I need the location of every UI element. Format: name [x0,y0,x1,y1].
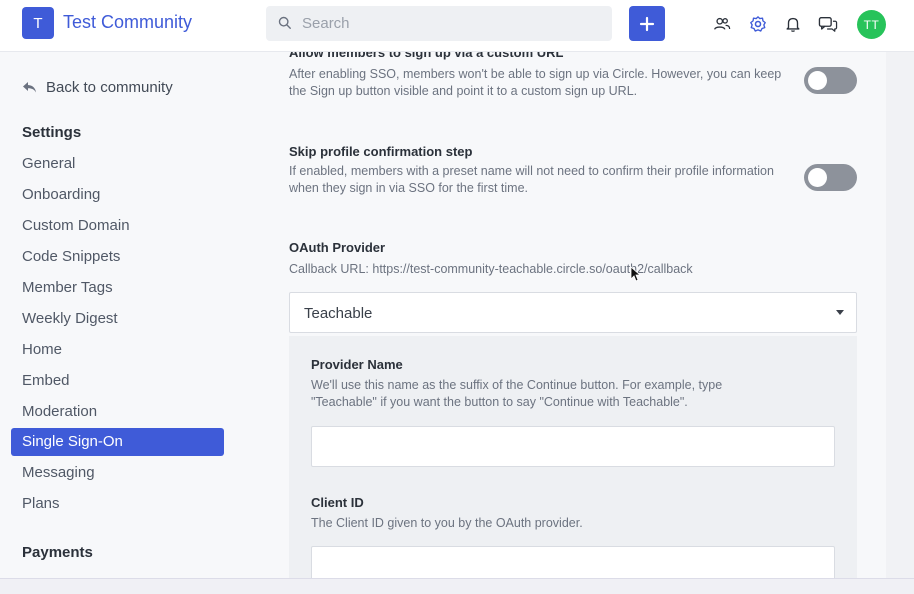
sidebar-item-custom-domain[interactable]: Custom Domain [11,212,224,240]
vertical-scrollbar[interactable] [886,52,914,578]
sidebar-item-plans[interactable]: Plans [11,490,224,518]
top-header: T Test Community Search TT [0,0,914,52]
toggle-knob [808,168,827,187]
provider-config-panel: Provider Name We'll use this name as the… [289,336,857,578]
sidebar-item-code-snippets[interactable]: Code Snippets [11,243,224,271]
sidebar-item-embed[interactable]: Embed [11,367,224,395]
chevron-down-icon [836,310,844,315]
settings-heading: Settings [22,124,82,141]
payments-heading: Payments [22,544,93,561]
settings-gear-icon[interactable] [748,14,768,34]
user-avatar[interactable]: TT [857,10,886,39]
oauth-provider-selected-value: Teachable [304,305,373,322]
add-button[interactable] [629,6,665,41]
search-icon [278,16,291,29]
search-input[interactable] [302,6,602,41]
provider-name-title: Provider Name [311,357,403,372]
community-name[interactable]: Test Community [63,12,192,33]
signup-url-title: Allow members to sign up via a custom UR… [289,52,564,60]
signup-url-toggle[interactable] [804,67,857,94]
back-label: Back to community [46,79,173,96]
sidebar-item-member-tags[interactable]: Member Tags [11,274,224,302]
community-logo[interactable]: T [22,7,54,39]
signup-url-description: After enabling SSO, members won't be abl… [289,67,782,98]
oauth-provider-select[interactable]: Teachable [289,292,857,333]
mouse-pointer-icon [630,266,640,282]
bell-icon[interactable] [783,14,803,34]
settings-sidebar: Back to community Settings General Onboa… [0,52,260,578]
sso-settings-content: Allow members to sign up via a custom UR… [260,52,886,578]
skip-profile-title: Skip profile confirmation step [289,144,473,159]
sidebar-item-single-sign-on[interactable]: Single Sign-On [11,428,224,456]
bottom-edge [0,578,914,594]
client-id-title: Client ID [311,495,364,510]
provider-name-input[interactable] [311,426,835,467]
back-arrow-icon [23,82,36,93]
sidebar-item-home[interactable]: Home [11,336,224,364]
sidebar-item-general[interactable]: General [11,150,224,178]
sidebar-item-onboarding[interactable]: Onboarding [11,181,224,209]
back-to-community-link[interactable]: Back to community [22,79,173,96]
client-id-description: The Client ID given to you by the OAuth … [311,516,583,530]
oauth-provider-title: OAuth Provider [289,240,386,255]
members-icon[interactable] [712,14,732,34]
skip-profile-description: If enabled, members with a preset name w… [289,164,774,195]
sidebar-item-moderation[interactable]: Moderation [11,398,224,426]
chat-icon[interactable] [818,14,838,34]
sidebar-item-messaging[interactable]: Messaging [11,459,224,487]
oauth-callback-url: Callback URL: https://test-community-tea… [289,262,693,276]
provider-name-description: We'll use this name as the suffix of the… [311,378,723,409]
toggle-knob [808,71,827,90]
search-box[interactable] [266,6,612,41]
client-id-input[interactable] [311,546,835,578]
plus-icon [639,16,655,31]
skip-profile-toggle[interactable] [804,164,857,191]
sidebar-item-weekly-digest[interactable]: Weekly Digest [11,305,224,333]
